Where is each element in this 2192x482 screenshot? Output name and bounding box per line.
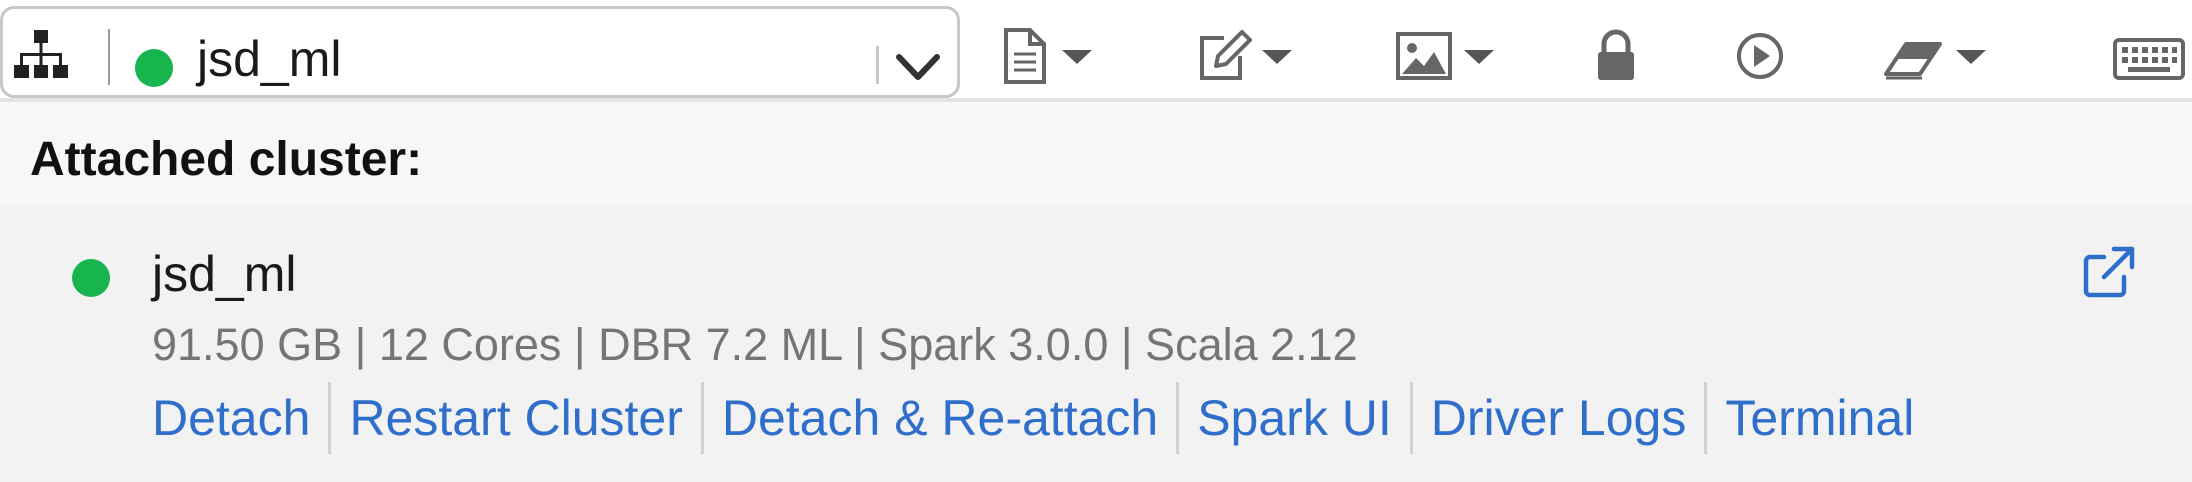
- chevron-divider: [876, 46, 879, 84]
- caret-down-icon: [1464, 50, 1494, 64]
- selector-divider: [108, 29, 110, 85]
- link-divider: [328, 382, 332, 454]
- cluster-status-dot: [72, 259, 110, 297]
- image-icon: [1396, 32, 1452, 80]
- link-divider: [1176, 382, 1180, 454]
- detach-reattach-link[interactable]: Detach & Re-attach: [722, 388, 1158, 454]
- selected-cluster-name: jsd_ml: [197, 31, 342, 87]
- caret-down-icon: [1062, 50, 1092, 64]
- external-link-icon[interactable]: [2082, 245, 2136, 299]
- link-divider: [1409, 382, 1413, 454]
- file-icon: [1004, 28, 1046, 84]
- lock-icon: [1598, 29, 1634, 80]
- chevron-down-icon[interactable]: [893, 47, 943, 87]
- detach-link[interactable]: Detach: [152, 388, 310, 454]
- caret-down-icon: [1956, 50, 1986, 64]
- eraser-icon: [1884, 42, 1942, 80]
- link-divider: [700, 382, 704, 454]
- run-all-button[interactable]: [1734, 26, 1786, 86]
- cluster-selector[interactable]: jsd_ml: [0, 6, 960, 98]
- panel-title: Attached cluster:: [30, 133, 423, 186]
- restart-cluster-link[interactable]: Restart Cluster: [349, 388, 682, 454]
- cluster-status-dot: [135, 49, 173, 87]
- clear-menu-button[interactable]: [1882, 26, 1990, 86]
- attached-cluster-name: jsd_ml: [152, 246, 297, 302]
- play-icon: [1737, 33, 1783, 79]
- keyboard-icon: [2113, 38, 2185, 80]
- hierarchy-icon: [14, 30, 68, 78]
- driver-logs-link[interactable]: Driver Logs: [1431, 388, 1687, 454]
- edit-menu-button[interactable]: [1194, 26, 1294, 86]
- image-menu-button[interactable]: [1394, 26, 1498, 86]
- caret-down-icon: [1262, 50, 1292, 64]
- lock-button[interactable]: [1594, 26, 1638, 86]
- link-divider: [1704, 382, 1708, 454]
- notebook-toolbar: jsd_ml: [0, 0, 2192, 98]
- cluster-actions: Detach Restart Cluster Detach & Re-attac…: [152, 382, 1914, 454]
- cluster-details: 91.50 GB | 12 Cores | DBR 7.2 ML | Spark…: [152, 319, 1358, 370]
- spark-ui-link[interactable]: Spark UI: [1197, 388, 1392, 454]
- panel-top-border: [0, 98, 2192, 102]
- panel-header: Attached cluster:: [0, 98, 2192, 204]
- keyboard-shortcuts-button[interactable]: [2112, 26, 2186, 86]
- edit-icon: [1200, 30, 1252, 80]
- terminal-link[interactable]: Terminal: [1725, 388, 1914, 454]
- file-menu-button[interactable]: [1000, 26, 1096, 86]
